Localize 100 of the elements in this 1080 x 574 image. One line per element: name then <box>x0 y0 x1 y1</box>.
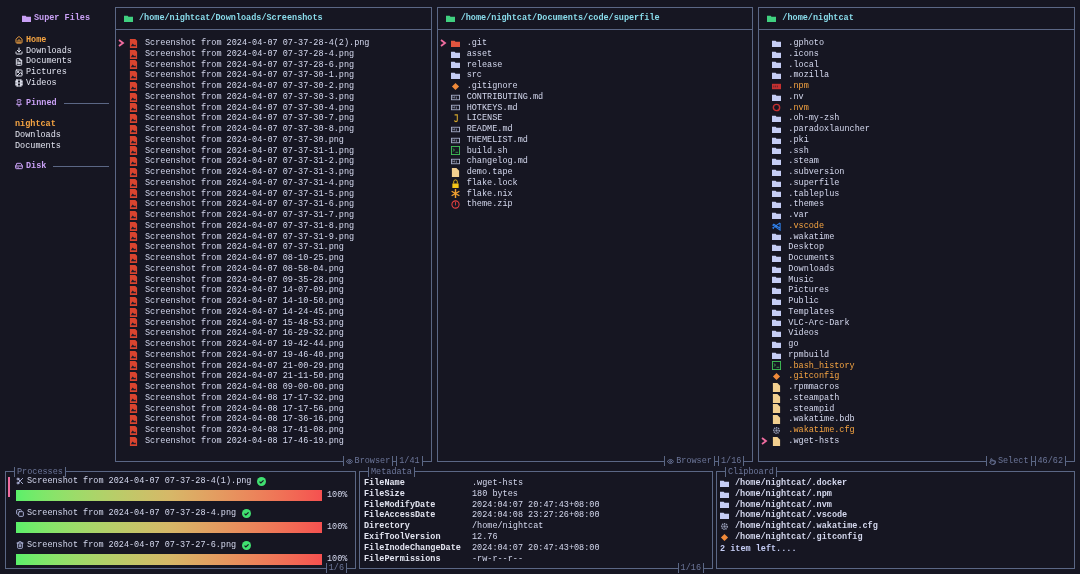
file-name[interactable]: Screenshot from 2024-04-07 07-37-30-8.png <box>145 123 355 136</box>
file-name[interactable]: Screenshot from 2024-04-07 07-37-30-2.png <box>145 80 355 93</box>
file-name[interactable]: asset <box>466 47 493 61</box>
file-name[interactable]: flake.lock <box>466 176 518 190</box>
file-name[interactable]: demo.tape <box>466 166 513 179</box>
file-name[interactable]: .var <box>788 209 809 222</box>
file-name[interactable]: Videos <box>788 327 819 340</box>
file-name[interactable]: .wakatime.cfg <box>788 424 855 437</box>
sidebar-item[interactable]: Pictures <box>15 67 109 78</box>
file-name[interactable]: Public <box>788 295 819 308</box>
image-file-icon <box>129 49 138 59</box>
file-name[interactable]: .themes <box>788 198 825 211</box>
file-name[interactable]: go <box>788 338 799 351</box>
file-name[interactable]: release <box>466 58 503 72</box>
file-name[interactable]: Screenshot from 2024-04-07 07-37-28-4(2).png <box>145 37 370 50</box>
file-name[interactable]: Screenshot from 2024-04-07 19-46-40.png <box>145 348 344 362</box>
file-name[interactable]: Screenshot from 2024-04-07 07-37-31-2.png <box>145 155 355 168</box>
file-name[interactable]: Screenshot from 2024-04-07 07-37-31-7.png <box>145 209 355 222</box>
file-name[interactable]: Screenshot from 2024-04-07 14-24-45.png <box>145 305 344 319</box>
file-name[interactable]: Documents <box>788 252 835 265</box>
file-name[interactable]: .subversion <box>788 166 845 179</box>
file-name[interactable]: Screenshot from 2024-04-07 07-37-31-6.png <box>145 198 355 211</box>
file-name[interactable]: .icons <box>788 47 819 61</box>
file-name[interactable]: .superfile <box>788 176 840 190</box>
file-name[interactable]: .nv <box>788 90 804 104</box>
image-file-icon <box>129 339 138 349</box>
file-name[interactable]: Screenshot from 2024-04-07 07-37-31-8.png <box>145 219 355 233</box>
file-name[interactable]: .gitignore <box>466 80 518 93</box>
file-name[interactable]: Screenshot from 2024-04-07 07-37-31-3.png <box>145 166 355 179</box>
file-name[interactable]: src <box>466 69 482 82</box>
pin-icon <box>15 99 23 108</box>
process-name[interactable]: Screenshot from 2024-04-07 07-37-28-4(1).png <box>27 474 252 488</box>
file-name[interactable]: .npm <box>788 80 809 93</box>
file-name[interactable]: .wget-hsts <box>788 434 840 448</box>
file-name[interactable]: .gphoto <box>788 37 825 50</box>
download-icon <box>15 46 23 55</box>
sidebar-item[interactable]: Home <box>15 34 109 46</box>
file-name[interactable]: Screenshot from 2024-04-07 19-42-44.png <box>145 338 344 351</box>
file-name[interactable]: Screenshot from 2024-04-07 07-37-31.png <box>145 241 344 254</box>
file-name[interactable]: Screenshot from 2024-04-07 07-37-30-1.png <box>145 69 355 82</box>
file-name[interactable]: HOTKEYS.md <box>466 101 518 115</box>
file-name[interactable]: Screenshot from 2024-04-08 17-41-08.png <box>145 424 344 437</box>
progress-reading: 100% <box>327 521 348 534</box>
file-name[interactable]: .mozilla <box>788 69 830 82</box>
file-name[interactable]: Screenshot from 2024-04-07 08-10-25.png <box>145 252 344 265</box>
file-name[interactable]: changelog.md <box>466 155 528 168</box>
sidebar-item[interactable]: Downloads <box>15 45 109 57</box>
file-name[interactable]: .pki <box>788 133 809 147</box>
sidebar-item[interactable]: Documents <box>15 140 109 151</box>
file-name[interactable]: .paradoxlauncher <box>788 123 870 136</box>
file-name[interactable]: .ssh <box>788 144 809 158</box>
file-name[interactable]: .rpmmacros <box>788 381 840 394</box>
document-icon <box>15 57 23 66</box>
file-name[interactable]: .oh-my-zsh <box>788 112 840 125</box>
file-name[interactable]: Screenshot from 2024-04-08 17-17-32.png <box>145 391 344 405</box>
file-name[interactable]: Screenshot from 2024-04-07 07-37-30-7.png <box>145 112 355 125</box>
file-name[interactable]: .steam <box>788 155 819 168</box>
section-heading: Disk <box>26 159 47 173</box>
file-name[interactable]: .wakatime.bdb <box>788 413 855 426</box>
file-name[interactable]: Desktop <box>788 241 825 254</box>
file-name[interactable]: THEMELIST.md <box>466 133 528 147</box>
metadata-value: 2024:04:08 23:27:26+08:00 <box>472 509 600 521</box>
file-name[interactable]: theme.zip <box>466 198 513 211</box>
file-name[interactable]: Screenshot from 2024-04-08 09-00-00.png <box>145 381 344 394</box>
file-name[interactable]: .steampath <box>788 391 840 405</box>
markdown-icon <box>450 135 460 145</box>
process-name[interactable]: Screenshot from 2024-04-07 07-37-27-6.png <box>27 538 237 552</box>
eye-icon <box>667 457 675 465</box>
sidebar-item[interactable]: Documents <box>15 56 109 68</box>
sidebar-item[interactable]: Downloads <box>15 129 109 141</box>
item-count: 1/16 <box>677 563 704 573</box>
file-name[interactable]: Screenshot from 2024-04-07 07-37-30.png <box>145 133 344 147</box>
trash-icon <box>16 541 24 549</box>
file-name[interactable]: .nvm <box>788 101 809 115</box>
sidebar-item[interactable]: Videos <box>15 77 109 89</box>
file-name[interactable]: README.md <box>466 123 513 136</box>
metadata-value: 12.76 <box>472 531 498 544</box>
sidebar-item[interactable]: nightcat <box>15 118 109 130</box>
file-name[interactable]: Screenshot from 2024-04-07 16-29-32.png <box>145 327 344 340</box>
process-name[interactable]: Screenshot from 2024-04-07 07-37-28-4.png <box>27 506 237 520</box>
file-name[interactable]: .gitconfig <box>788 370 840 383</box>
file-name[interactable]: Screenshot from 2024-04-07 07-37-30-3.png <box>145 90 355 104</box>
file-name[interactable]: Templates <box>788 305 835 319</box>
file-name[interactable]: .git <box>466 37 488 50</box>
scissors-icon <box>16 477 24 485</box>
file-name[interactable]: Screenshot from 2024-04-07 14-10-50.png <box>145 295 344 308</box>
file-name[interactable]: LICENSE <box>466 112 503 125</box>
file-name[interactable]: Screenshot from 2024-04-07 21-11-50.png <box>145 370 344 383</box>
file-name[interactable]: Screenshot from 2024-04-08 17-46-19.png <box>145 434 344 448</box>
file-name[interactable]: Screenshot from 2024-04-07 14-07-09.png <box>145 284 344 297</box>
file-name[interactable]: Screenshot from 2024-04-07 07-37-28-4.png <box>145 47 355 61</box>
file-name[interactable]: Screenshot from 2024-04-07 07-37-31-4.png <box>145 176 355 190</box>
image-file-icon <box>129 307 138 317</box>
file-name[interactable]: rpmbuild <box>788 348 830 362</box>
file-name[interactable]: Downloads <box>788 262 835 276</box>
file-name[interactable]: Pictures <box>788 284 830 297</box>
file-name[interactable]: CONTRIBUTING.md <box>466 90 544 104</box>
file-name[interactable]: Screenshot from 2024-04-08 17-36-16.png <box>145 413 344 426</box>
file-name[interactable]: Screenshot from 2024-04-07 08-58-04.png <box>145 262 344 276</box>
file-name[interactable]: .vscode <box>788 219 825 233</box>
